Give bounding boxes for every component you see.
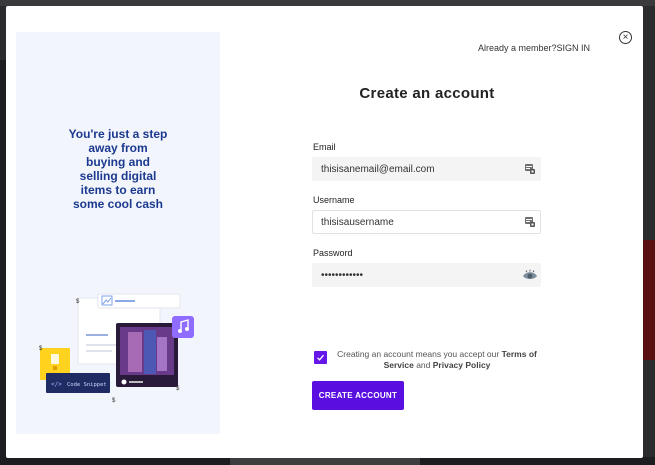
username-label: Username — [313, 195, 355, 205]
image-card-icon — [97, 293, 181, 309]
signin-prompt: Already a member?SIGN IN — [478, 43, 590, 53]
email-field[interactable] — [313, 158, 513, 180]
terms-notice: Creating an account means you accept our… — [328, 349, 546, 371]
privacy-policy-link[interactable]: Privacy Policy — [433, 360, 491, 370]
page-title: Create an account — [359, 85, 495, 102]
code-snippet-label: Code Snippet — [67, 382, 107, 388]
member-prompt-text: Already a member? — [478, 43, 557, 53]
sign-in-link[interactable]: SIGN IN — [557, 43, 591, 53]
terms-checkbox[interactable] — [314, 351, 327, 364]
photo-card-icon — [116, 323, 178, 387]
terms-connector: and — [413, 360, 433, 370]
eye-toggle-icon[interactable] — [522, 269, 538, 281]
password-manager-icon[interactable] — [524, 216, 536, 228]
password-label: Password — [313, 248, 353, 258]
email-label: Email — [313, 142, 336, 152]
close-icon: × — [622, 31, 629, 43]
password-field-wrapper — [312, 263, 541, 287]
code-snippet-icon: </> Code Snippet — [46, 373, 110, 393]
marketplace-illustration: </> Code Snippet $ $ $ $ — [39, 293, 194, 404]
price-tag-3: $ — [176, 386, 180, 392]
email-field-wrapper — [312, 157, 541, 181]
promo-panel: You're just a step away from buying and … — [16, 32, 220, 434]
password-manager-icon[interactable] — [524, 163, 536, 175]
create-account-button[interactable]: CREATE ACCOUNT — [312, 381, 404, 410]
price-tag-4: $ — [112, 398, 116, 404]
signup-modal: × You're just a step away from buying an… — [6, 6, 643, 458]
code-snippet-tag: </> — [51, 381, 62, 388]
username-field[interactable] — [313, 211, 513, 233]
music-note-icon — [172, 316, 194, 338]
terms-prefix: Creating an account means you accept our — [337, 349, 502, 359]
checkmark-icon — [317, 354, 324, 361]
close-button[interactable]: × — [619, 31, 632, 44]
backdrop-bottom-pill — [230, 457, 420, 465]
backdrop-right-panel — [643, 240, 655, 360]
username-field-wrapper — [312, 210, 541, 234]
password-field[interactable] — [313, 264, 513, 286]
